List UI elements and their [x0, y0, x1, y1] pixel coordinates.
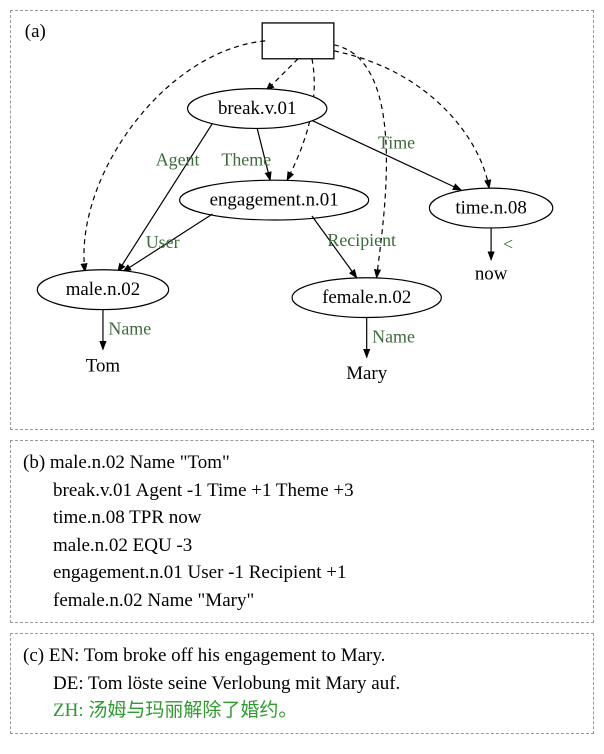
panel-c-line-zh: ZH: 汤姆与玛丽解除了婚约。 [23, 697, 581, 725]
panel-a: (a) break.v.01 Agent Theme Time engageme… [10, 10, 594, 430]
edge-theme-label: Theme [221, 149, 271, 169]
root-box [262, 23, 334, 59]
panel-b-line-2: time.n.08 TPR now [23, 504, 581, 532]
root-to-break-dashed [266, 59, 298, 91]
panel-c-line-en: (c) EN: Tom broke off his engagement to … [23, 642, 581, 670]
graph-svg: (a) break.v.01 Agent Theme Time engageme… [11, 11, 593, 429]
node-engagement-text: engagement.n.01 [210, 189, 339, 210]
edge-lt-label: < [503, 234, 513, 254]
edge-time-label: Time [378, 132, 415, 152]
panel-b-line-5: female.n.02 Name "Mary" [23, 587, 581, 615]
edge-user-label: User [146, 232, 180, 252]
edge-agent-label: Agent [156, 149, 200, 169]
panel-b-line-1: break.v.01 Agent -1 Time +1 Theme +3 [23, 477, 581, 505]
panel-c-label: (c) [23, 645, 44, 666]
panel-b-line-4: engagement.n.01 User -1 Recipient +1 [23, 559, 581, 587]
panel-c: (c) EN: Tom broke off his engagement to … [10, 633, 594, 734]
panel-c-line-de: DE: Tom löste seine Verlobung mit Mary a… [23, 670, 581, 698]
node-break-text: break.v.01 [218, 98, 297, 119]
panel-a-label: (a) [25, 21, 46, 42]
panel-b: (b) male.n.02 Name "Tom" break.v.01 Agen… [10, 440, 594, 623]
node-female-text: female.n.02 [322, 287, 411, 308]
node-time-text: time.n.08 [455, 197, 526, 218]
panel-b-label: (b) [23, 452, 45, 473]
panel-b-line-3: male.n.02 EQU -3 [23, 532, 581, 560]
leaf-mary: Mary [346, 363, 387, 384]
panel-b-line-0: (b) male.n.02 Name "Tom" [23, 449, 581, 477]
edge-recipient-label: Recipient [327, 230, 396, 250]
node-male-text: male.n.02 [66, 279, 141, 300]
leaf-now: now [475, 264, 508, 285]
edge-name-female-label: Name [372, 326, 415, 346]
leaf-tom: Tom [86, 355, 121, 376]
edge-name-male-label: Name [108, 318, 151, 338]
